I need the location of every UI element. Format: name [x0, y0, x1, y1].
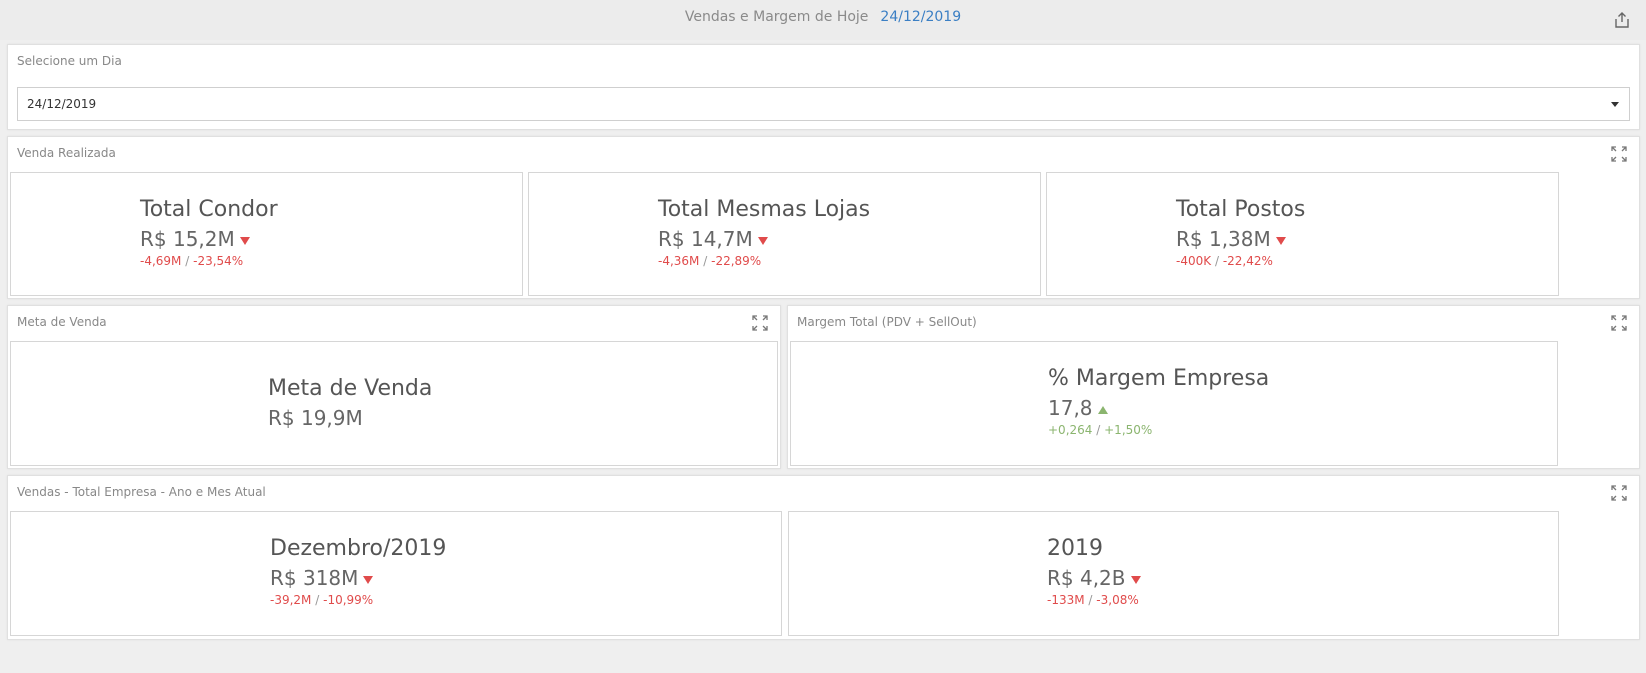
kpi-card-2019[interactable]: 2019 R$ 4,2B -133M / -3,08% — [788, 511, 1559, 636]
maximize-icon[interactable] — [1611, 485, 1627, 501]
kpi-delta-pct: -22,42% — [1222, 254, 1273, 268]
kpi-delta-pct: -3,08% — [1096, 593, 1139, 607]
kpi-delta-sep: / — [315, 593, 320, 607]
vendas-empresa-title: Vendas - Total Empresa - Ano e Mes Atual — [17, 485, 266, 499]
kpi-delta-pct: -22,89% — [711, 254, 762, 268]
kpi-delta-pct: -10,99% — [323, 593, 374, 607]
down-arrow-icon — [1275, 236, 1286, 245]
kpi-delta-sep: / — [185, 254, 190, 268]
kpi-delta-sep: / — [703, 254, 708, 268]
kpi-card-total-condor[interactable]: Total Condor R$ 15,2M -4,69M / -23,54% — [10, 172, 523, 296]
kpi-delta-abs: -133M — [1047, 593, 1085, 607]
kpi-delta-abs: -4,36M — [658, 254, 700, 268]
kpi-card-dezembro-2019[interactable]: Dezembro/2019 R$ 318M -39,2M / -10,99% — [10, 511, 782, 636]
kpi-value: R$ 318M — [270, 566, 446, 590]
kpi-value-text: R$ 15,2M — [140, 227, 235, 251]
kpi-card-meta-de-venda[interactable]: Meta de Venda R$ 19,9M — [10, 341, 778, 466]
kpi-delta-abs: -400K — [1176, 254, 1212, 268]
day-selector-value: 24/12/2019 — [27, 97, 97, 111]
kpi-value-text: R$ 318M — [270, 566, 359, 590]
down-arrow-icon — [239, 236, 250, 245]
meta-venda-title: Meta de Venda — [17, 315, 107, 329]
kpi-delta: -4,69M / -23,54% — [140, 254, 278, 268]
kpi-delta-abs: -39,2M — [270, 593, 312, 607]
up-arrow-icon — [1097, 405, 1108, 414]
down-arrow-icon — [757, 236, 768, 245]
margem-total-panel: Margem Total (PDV + SellOut) % Margem Em… — [787, 305, 1640, 469]
kpi-delta: -39,2M / -10,99% — [270, 593, 446, 607]
dashboard-title-date: 24/12/2019 — [880, 9, 962, 25]
venda-realizada-title: Venda Realizada — [17, 146, 116, 160]
kpi-title: Dezembro/2019 — [270, 536, 447, 561]
kpi-delta-abs: -4,69M — [140, 254, 182, 268]
kpi-delta-sep: / — [1214, 254, 1219, 268]
day-selector-title: Selecione um Dia — [17, 54, 122, 68]
kpi-value: 17,8 — [1048, 396, 1269, 420]
kpi-delta: -133M / -3,08% — [1047, 593, 1141, 607]
kpi-delta-abs: +0,264 — [1048, 423, 1093, 437]
kpi-delta-sep: / — [1088, 593, 1093, 607]
kpi-value-text: R$ 1,38M — [1176, 227, 1271, 251]
kpi-value-text: 17,8 — [1048, 396, 1093, 420]
kpi-delta: -4,36M / -22,89% — [658, 254, 870, 268]
kpi-value: R$ 19,9M — [268, 406, 363, 430]
kpi-title: Meta de Venda — [268, 376, 433, 401]
kpi-delta-pct: -23,54% — [193, 254, 244, 268]
maximize-icon[interactable] — [1611, 315, 1627, 331]
margem-total-title: Margem Total (PDV + SellOut) — [797, 315, 977, 329]
export-icon[interactable] — [1612, 10, 1632, 30]
venda-realizada-panel: Venda Realizada Total Condor R$ 15,2M -4… — [7, 136, 1640, 299]
maximize-icon[interactable] — [752, 315, 768, 331]
kpi-value: R$ 15,2M — [140, 227, 278, 251]
down-arrow-icon — [363, 575, 374, 584]
down-arrow-icon — [1130, 575, 1141, 584]
kpi-title: Total Condor — [140, 197, 278, 222]
kpi-card-margem-empresa[interactable]: % Margem Empresa 17,8 +0,264 / +1,50% — [790, 341, 1558, 466]
kpi-title: Total Postos — [1176, 197, 1306, 222]
day-selector-combobox[interactable]: 24/12/2019 — [17, 87, 1630, 121]
kpi-card-total-postos[interactable]: Total Postos R$ 1,38M -400K / -22,42% — [1046, 172, 1559, 296]
kpi-delta-pct: +1,50% — [1104, 423, 1153, 437]
kpi-title: Total Mesmas Lojas — [658, 197, 871, 222]
kpi-delta: -400K / -22,42% — [1176, 254, 1305, 268]
maximize-icon[interactable] — [1611, 146, 1627, 162]
kpi-delta-sep: / — [1096, 423, 1101, 437]
kpi-card-total-mesmas-lojas[interactable]: Total Mesmas Lojas R$ 14,7M -4,36M / -22… — [528, 172, 1041, 296]
vendas-empresa-panel: Vendas - Total Empresa - Ano e Mes Atual… — [7, 475, 1640, 640]
kpi-title: % Margem Empresa — [1048, 366, 1270, 391]
meta-venda-panel: Meta de Venda Meta de Venda R$ 19,9M — [7, 305, 781, 469]
kpi-title: 2019 — [1047, 536, 1103, 561]
kpi-value-text: R$ 14,7M — [658, 227, 753, 251]
day-selector-panel: Selecione um Dia 24/12/2019 — [7, 44, 1640, 130]
kpi-value: R$ 1,38M — [1176, 227, 1305, 251]
kpi-value: R$ 14,7M — [658, 227, 870, 251]
kpi-delta: +0,264 / +1,50% — [1048, 423, 1269, 437]
kpi-value: R$ 4,2B — [1047, 566, 1141, 590]
chevron-down-icon[interactable] — [1611, 102, 1619, 107]
kpi-value-text: R$ 4,2B — [1047, 566, 1126, 590]
dashboard-title: Vendas e Margem de Hoje 24/12/2019 — [0, 9, 1646, 25]
dashboard-header: Vendas e Margem de Hoje 24/12/2019 — [0, 0, 1646, 40]
dashboard-title-text: Vendas e Margem de Hoje — [684, 9, 869, 25]
